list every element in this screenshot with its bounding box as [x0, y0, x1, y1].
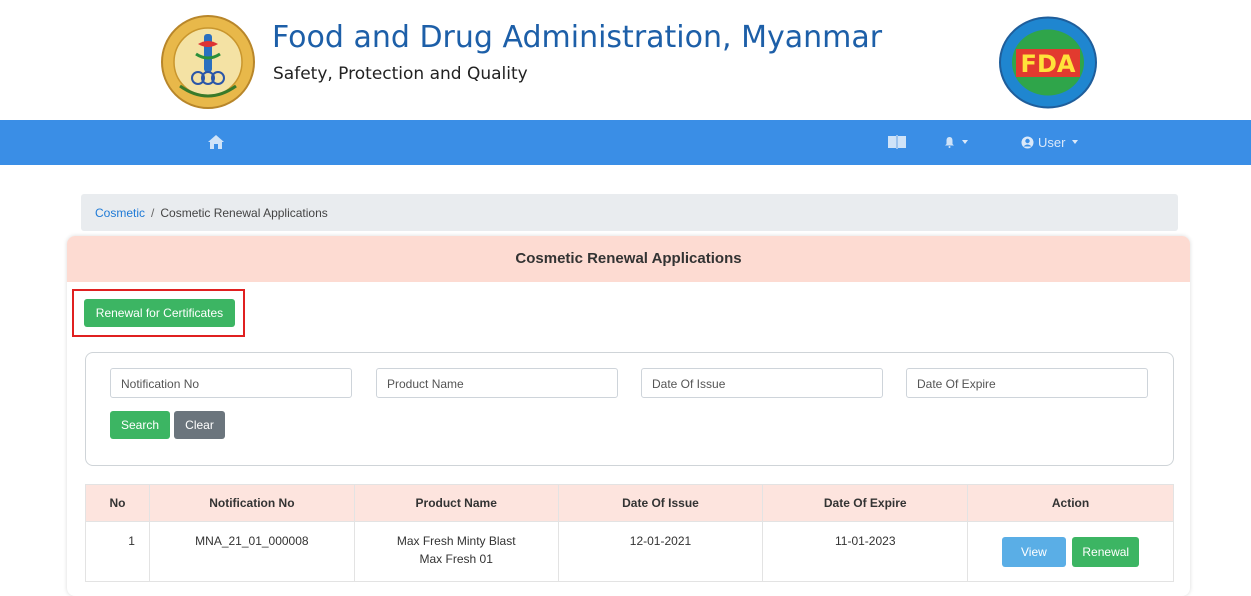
date-of-expire-input[interactable]: Date Of Expire	[906, 368, 1148, 398]
breadcrumb-current: Cosmetic Renewal Applications	[160, 206, 328, 220]
site-header: Food and Drug Administration, Myanmar Sa…	[0, 0, 1251, 120]
notification-no-input[interactable]: Notification No	[110, 368, 352, 398]
date-of-issue-input[interactable]: Date Of Issue	[641, 368, 883, 398]
product-name-input[interactable]: Product Name	[376, 368, 618, 398]
home-icon[interactable]	[207, 133, 225, 151]
col-header-notification-no: Notification No	[148, 484, 355, 522]
chevron-down-icon	[962, 140, 968, 144]
user-dropdown[interactable]: User	[1021, 132, 1079, 152]
user-circle-icon	[1021, 136, 1034, 148]
cell-notification-no: MNA_21_01_000008	[148, 521, 355, 582]
breadcrumb-separator: /	[151, 206, 155, 220]
book-icon[interactable]	[887, 133, 907, 151]
bell-icon	[945, 137, 954, 148]
search-button[interactable]: Search	[110, 411, 170, 439]
renewal-button[interactable]: Renewal	[1072, 537, 1140, 567]
table-row: 1 MNA_21_01_000008 Max Fresh Minty Blast…	[85, 521, 1174, 582]
product-name-line2: Max Fresh 01	[419, 552, 493, 566]
breadcrumb-link-cosmetic[interactable]: Cosmetic	[95, 206, 145, 220]
table-header-row: No Notification No Product Name Date Of …	[85, 484, 1174, 522]
fda-logo-icon: FDA	[999, 16, 1097, 109]
cell-no: 1	[85, 521, 150, 582]
product-name-line1: Max Fresh Minty Blast	[396, 534, 516, 548]
clear-button[interactable]: Clear	[174, 411, 225, 439]
site-subtitle: Safety, Protection and Quality	[273, 64, 528, 84]
renewal-for-certificates-button[interactable]: Renewal for Certificates	[84, 299, 235, 327]
card-title: Cosmetic Renewal Applications	[67, 236, 1190, 282]
col-header-date-of-issue: Date Of Issue	[557, 484, 764, 522]
cell-date-of-issue: 12-01-2021	[557, 521, 764, 582]
user-label: User	[1038, 134, 1066, 150]
notifications-dropdown[interactable]	[944, 132, 968, 152]
top-navbar: User	[0, 120, 1251, 165]
cell-date-of-expire: 11-01-2023	[762, 521, 969, 582]
view-button[interactable]: View	[1001, 537, 1066, 567]
ministry-emblem-icon	[161, 15, 255, 109]
applications-table: No Notification No Product Name Date Of …	[85, 484, 1174, 582]
col-header-product-name: Product Name	[353, 484, 559, 522]
col-header-no: No	[85, 484, 150, 522]
cell-product-name: Max Fresh Minty Blast Max Fresh 01	[353, 521, 559, 582]
fda-logo-text: FDA	[1021, 50, 1076, 78]
chevron-down-icon	[1072, 140, 1079, 144]
breadcrumb: Cosmetic / Cosmetic Renewal Applications	[81, 194, 1178, 231]
cell-action: View Renewal	[967, 521, 1174, 582]
site-title: Food and Drug Administration, Myanmar	[272, 20, 883, 55]
col-header-date-of-expire: Date Of Expire	[762, 484, 969, 522]
col-header-action: Action	[967, 484, 1174, 522]
